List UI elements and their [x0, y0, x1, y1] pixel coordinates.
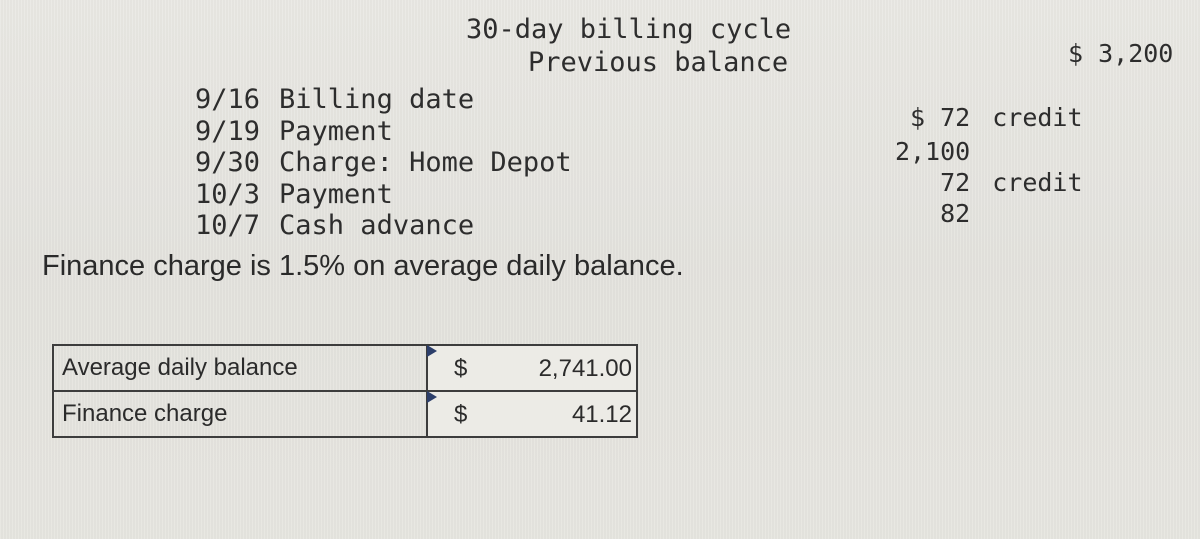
amount-row: 82 — [822, 169, 992, 259]
amount-note: credit — [992, 103, 1083, 132]
transaction-date: 10/7 — [195, 210, 261, 241]
summary-label: Average daily balance — [52, 344, 428, 392]
finance-charge-note: Finance charge is 1.5% on average daily … — [42, 250, 684, 282]
transaction-amount: 82 — [940, 199, 971, 228]
previous-balance-amount: $ 3,200 — [1068, 39, 1174, 68]
summary-row: Average daily balance $ 2,741.00 — [52, 344, 638, 392]
summary-value-cell[interactable]: $ 41.12 — [426, 390, 638, 438]
previous-balance-label: Previous balance — [528, 47, 789, 78]
summary-value: 41.12 — [571, 401, 632, 428]
summary-table: Average daily balance $ 2,741.00 Finance… — [52, 344, 638, 438]
currency-symbol: $ — [454, 401, 468, 428]
summary-label: Finance charge — [52, 390, 428, 438]
billing-cycle-title: 30-day billing cycle — [466, 14, 792, 45]
summary-value: 2,741.00 — [538, 355, 632, 382]
cell-marker-icon — [427, 391, 437, 403]
currency-symbol: $ — [454, 355, 468, 382]
summary-value-cell[interactable]: $ 2,741.00 — [426, 344, 638, 392]
amount-note: credit — [992, 168, 1083, 197]
summary-row: Finance charge $ 41.12 — [52, 390, 638, 438]
transaction-description: Cash advance — [279, 210, 475, 241]
cell-marker-icon — [427, 345, 437, 357]
